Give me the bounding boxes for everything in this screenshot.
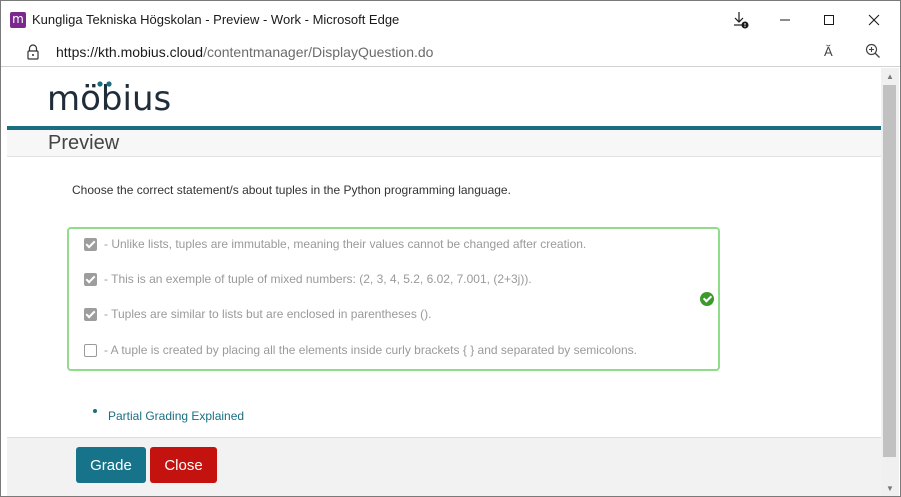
preview-header: Preview — [7, 130, 881, 157]
partial-grading-link[interactable]: Partial Grading Explained — [108, 409, 244, 423]
url-host: https://kth.mobius.cloud — [56, 44, 204, 60]
read-aloud-icon[interactable]: Ă — [824, 44, 833, 59]
answer-option[interactable]: - A tuple is created by placing all the … — [84, 343, 637, 357]
answer-options: - Unlike lists, tuples are immutable, me… — [67, 227, 720, 371]
close-button[interactable]: Close — [150, 447, 217, 483]
answer-checkbox[interactable] — [84, 343, 97, 357]
answer-option[interactable]: - Tuples are similar to lists but are en… — [84, 307, 431, 321]
maximize-button[interactable] — [809, 5, 849, 35]
close-icon — [868, 14, 880, 26]
answer-option[interactable]: - This is an exemple of tuple of mixed n… — [84, 272, 532, 286]
title-bar: m Kungliga Tekniska Högskolan - Preview … — [1, 1, 900, 39]
url-path: /contentmanager/DisplayQuestion.do — [203, 44, 434, 60]
lock-icon[interactable] — [25, 43, 41, 61]
correct-check-icon — [700, 292, 714, 306]
answer-label: - A tuple is created by placing all the … — [104, 343, 637, 357]
question-text: Choose the correct statement/s about tup… — [72, 183, 511, 197]
answer-label: - Unlike lists, tuples are immutable, me… — [104, 237, 587, 251]
address-bar[interactable]: https://kth.mobius.cloud/contentmanager/… — [1, 39, 900, 67]
scroll-down-icon[interactable]: ▼ — [881, 480, 899, 496]
downloads-button[interactable] — [721, 5, 761, 35]
minimize-button[interactable] — [765, 5, 805, 35]
grade-button[interactable]: Grade — [76, 447, 146, 483]
url-field[interactable]: https://kth.mobius.cloud/contentmanager/… — [56, 44, 433, 60]
answer-option[interactable]: - Unlike lists, tuples are immutable, me… — [84, 237, 586, 251]
mobius-app-icon: m — [10, 12, 26, 28]
answer-label: - Tuples are similar to lists but are en… — [104, 307, 432, 321]
dialog-footer: Grade Close — [7, 437, 881, 496]
page-title: Preview — [48, 132, 120, 154]
window-close-button[interactable] — [854, 5, 894, 35]
maximize-icon — [824, 15, 834, 25]
scroll-thumb[interactable] — [883, 85, 896, 457]
mobius-logo: möbius — [47, 79, 171, 117]
page-content: möbius Preview Choose the correct statem… — [7, 68, 881, 437]
zoom-in-icon[interactable] — [864, 42, 882, 60]
window-title: Kungliga Tekniska Högskolan - Preview - … — [32, 12, 400, 27]
vertical-scrollbar[interactable]: ▲ ▼ — [881, 68, 899, 496]
answer-checkbox[interactable] — [84, 307, 97, 321]
list-bullet — [93, 409, 97, 413]
browser-window: m Kungliga Tekniska Högskolan - Preview … — [0, 0, 901, 497]
answer-checkbox[interactable] — [84, 237, 97, 251]
minimize-icon — [780, 19, 790, 21]
download-icon — [734, 12, 749, 29]
answer-label: - This is an exemple of tuple of mixed n… — [104, 272, 532, 286]
answer-checkbox[interactable] — [84, 272, 97, 286]
scroll-up-icon[interactable]: ▲ — [881, 68, 899, 84]
